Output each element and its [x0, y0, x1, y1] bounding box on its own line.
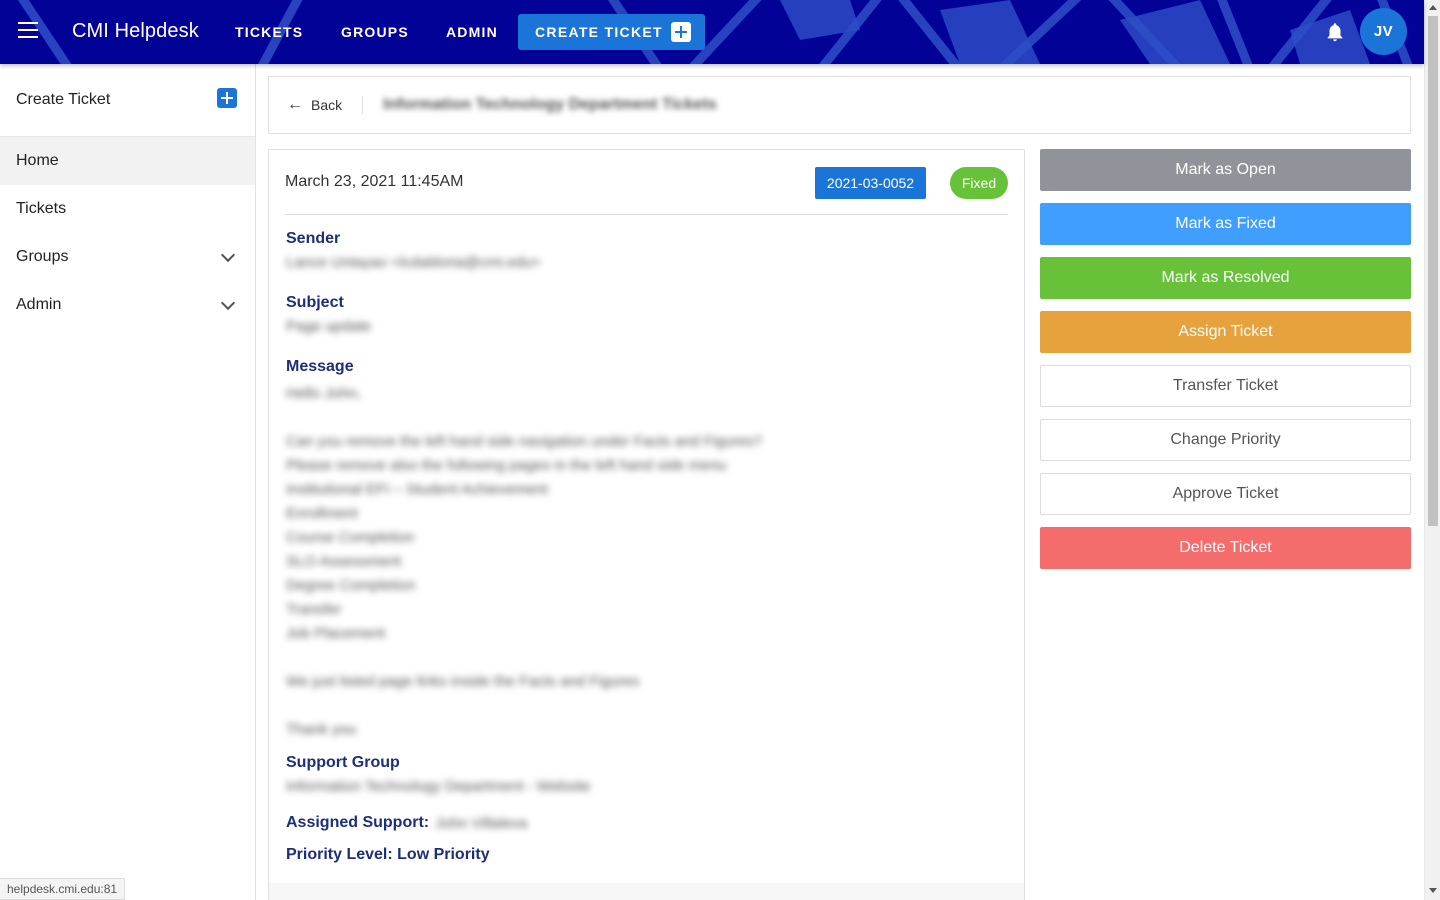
change-priority-button[interactable]: Change Priority [1040, 419, 1411, 461]
ticket-number-badge: 2021-03-0052 [815, 167, 926, 199]
message-line: Please remove also the following pages i… [286, 457, 727, 474]
support-group-value: Information Technology Department - Webs… [286, 778, 591, 795]
assign-ticket-button[interactable]: Assign Ticket [1040, 311, 1411, 353]
hamburger-icon[interactable] [18, 22, 38, 40]
sidebar-item-label: Tickets [16, 200, 67, 217]
ticket-card-header: March 23, 2021 11:45AM 2021-03-0052 Fixe… [285, 150, 1008, 215]
approve-ticket-button[interactable]: Approve Ticket [1040, 473, 1411, 515]
create-ticket-label: CREATE TICKET [535, 24, 663, 40]
sidebar-item-label: Admin [16, 296, 62, 313]
ticket-actions: Mark as Open Mark as Fixed Mark as Resol… [1040, 149, 1411, 581]
header-background-pattern [0, 0, 1424, 64]
nav-tickets[interactable]: TICKETS [235, 24, 303, 40]
add-comment-icon [670, 22, 691, 42]
assigned-support-value: John Villaleva [435, 814, 528, 832]
message-line: Enrollment [286, 505, 358, 522]
sidebar-item-home[interactable]: Home [0, 137, 255, 185]
message-line: We just listed page links inside the Fac… [286, 673, 640, 690]
mark-as-open-button[interactable]: Mark as Open [1040, 149, 1411, 191]
ticket-detail-card: March 23, 2021 11:45AM 2021-03-0052 Fixe… [268, 149, 1025, 900]
message-line: Job Placement [286, 625, 386, 642]
page-title: Information Technology Department Ticket… [383, 96, 717, 113]
message-line [286, 694, 762, 718]
delete-ticket-button[interactable]: Delete Ticket [1040, 527, 1411, 569]
status-badge: Fixed [950, 167, 1008, 199]
mark-as-fixed-button[interactable]: Mark as Fixed [1040, 203, 1411, 245]
user-avatar[interactable]: JV [1360, 8, 1407, 55]
sender-label: Sender [286, 230, 341, 247]
header-divider [362, 96, 364, 114]
message-body: Hello John, Can you remove the left hand… [286, 382, 762, 742]
message-line: Can you remove the left hand side naviga… [286, 433, 763, 450]
nav-admin[interactable]: ADMIN [446, 24, 498, 40]
bell-icon[interactable] [1324, 20, 1346, 44]
arrow-left-icon: ← [287, 96, 303, 113]
subject-label: Subject [286, 294, 344, 311]
message-line: SLO Assessment [286, 553, 402, 570]
page-scrollbar[interactable] [1424, 0, 1440, 900]
sidebar-item-admin[interactable]: Admin [0, 281, 255, 329]
create-ticket-button[interactable]: CREATE TICKET [518, 14, 705, 50]
nav-groups[interactable]: GROUPS [341, 24, 409, 40]
app-brand[interactable]: CMI Helpdesk [72, 20, 199, 43]
scroll-down-arrow-icon[interactable] [1429, 888, 1437, 893]
assigned-support: Assigned Support: John Villaleva [286, 814, 527, 832]
message-line [286, 406, 762, 430]
back-button[interactable]: ← Back [287, 96, 342, 114]
message-line: Thank you [286, 721, 357, 738]
page-header: ← Back Information Technology Department… [268, 76, 1411, 134]
subject-value: Page update [286, 318, 372, 335]
chevron-down-icon [220, 295, 236, 310]
message-line: Course Completion [286, 529, 415, 546]
chevron-down-icon [220, 247, 236, 262]
scroll-up-arrow-icon[interactable] [1429, 5, 1437, 10]
assigned-support-label: Assigned Support: [286, 814, 430, 831]
sidebar-item-label: Groups [16, 248, 69, 265]
message-line: Degree Completion [286, 577, 416, 594]
message-line [286, 646, 762, 670]
ticket-card-footer [269, 883, 1024, 900]
add-comment-icon [217, 88, 237, 108]
sidebar: Create Ticket Home Tickets Groups Admin [0, 64, 256, 900]
sidebar-create-label: Create Ticket [16, 91, 111, 108]
status-bar-url: helpdesk.cmi.edu:81 [0, 878, 126, 900]
sender-value: Lance Untayao <lcdaldoria@cmi.edu> [286, 254, 541, 271]
message-line: Hello John, [286, 385, 362, 402]
back-label: Back [311, 97, 343, 113]
message-line: Transfer [286, 601, 342, 618]
sidebar-item-tickets[interactable]: Tickets [0, 185, 255, 233]
sidebar-item-label: Home [16, 152, 59, 169]
support-group-label: Support Group [286, 754, 400, 771]
top-app-bar: CMI Helpdesk TICKETS GROUPS ADMIN CREATE… [0, 0, 1424, 64]
scrollbar-thumb[interactable] [1428, 16, 1438, 526]
message-label: Message [286, 358, 354, 375]
message-line: Institutional EFI – Student Achievement [286, 481, 548, 498]
ticket-date: March 23, 2021 11:45AM [285, 173, 464, 190]
mark-as-resolved-button[interactable]: Mark as Resolved [1040, 257, 1411, 299]
transfer-ticket-button[interactable]: Transfer Ticket [1040, 365, 1411, 407]
sidebar-create-ticket[interactable]: Create Ticket [0, 64, 255, 136]
sidebar-item-groups[interactable]: Groups [0, 233, 255, 281]
priority-level: Priority Level: Low Priority [286, 846, 490, 863]
